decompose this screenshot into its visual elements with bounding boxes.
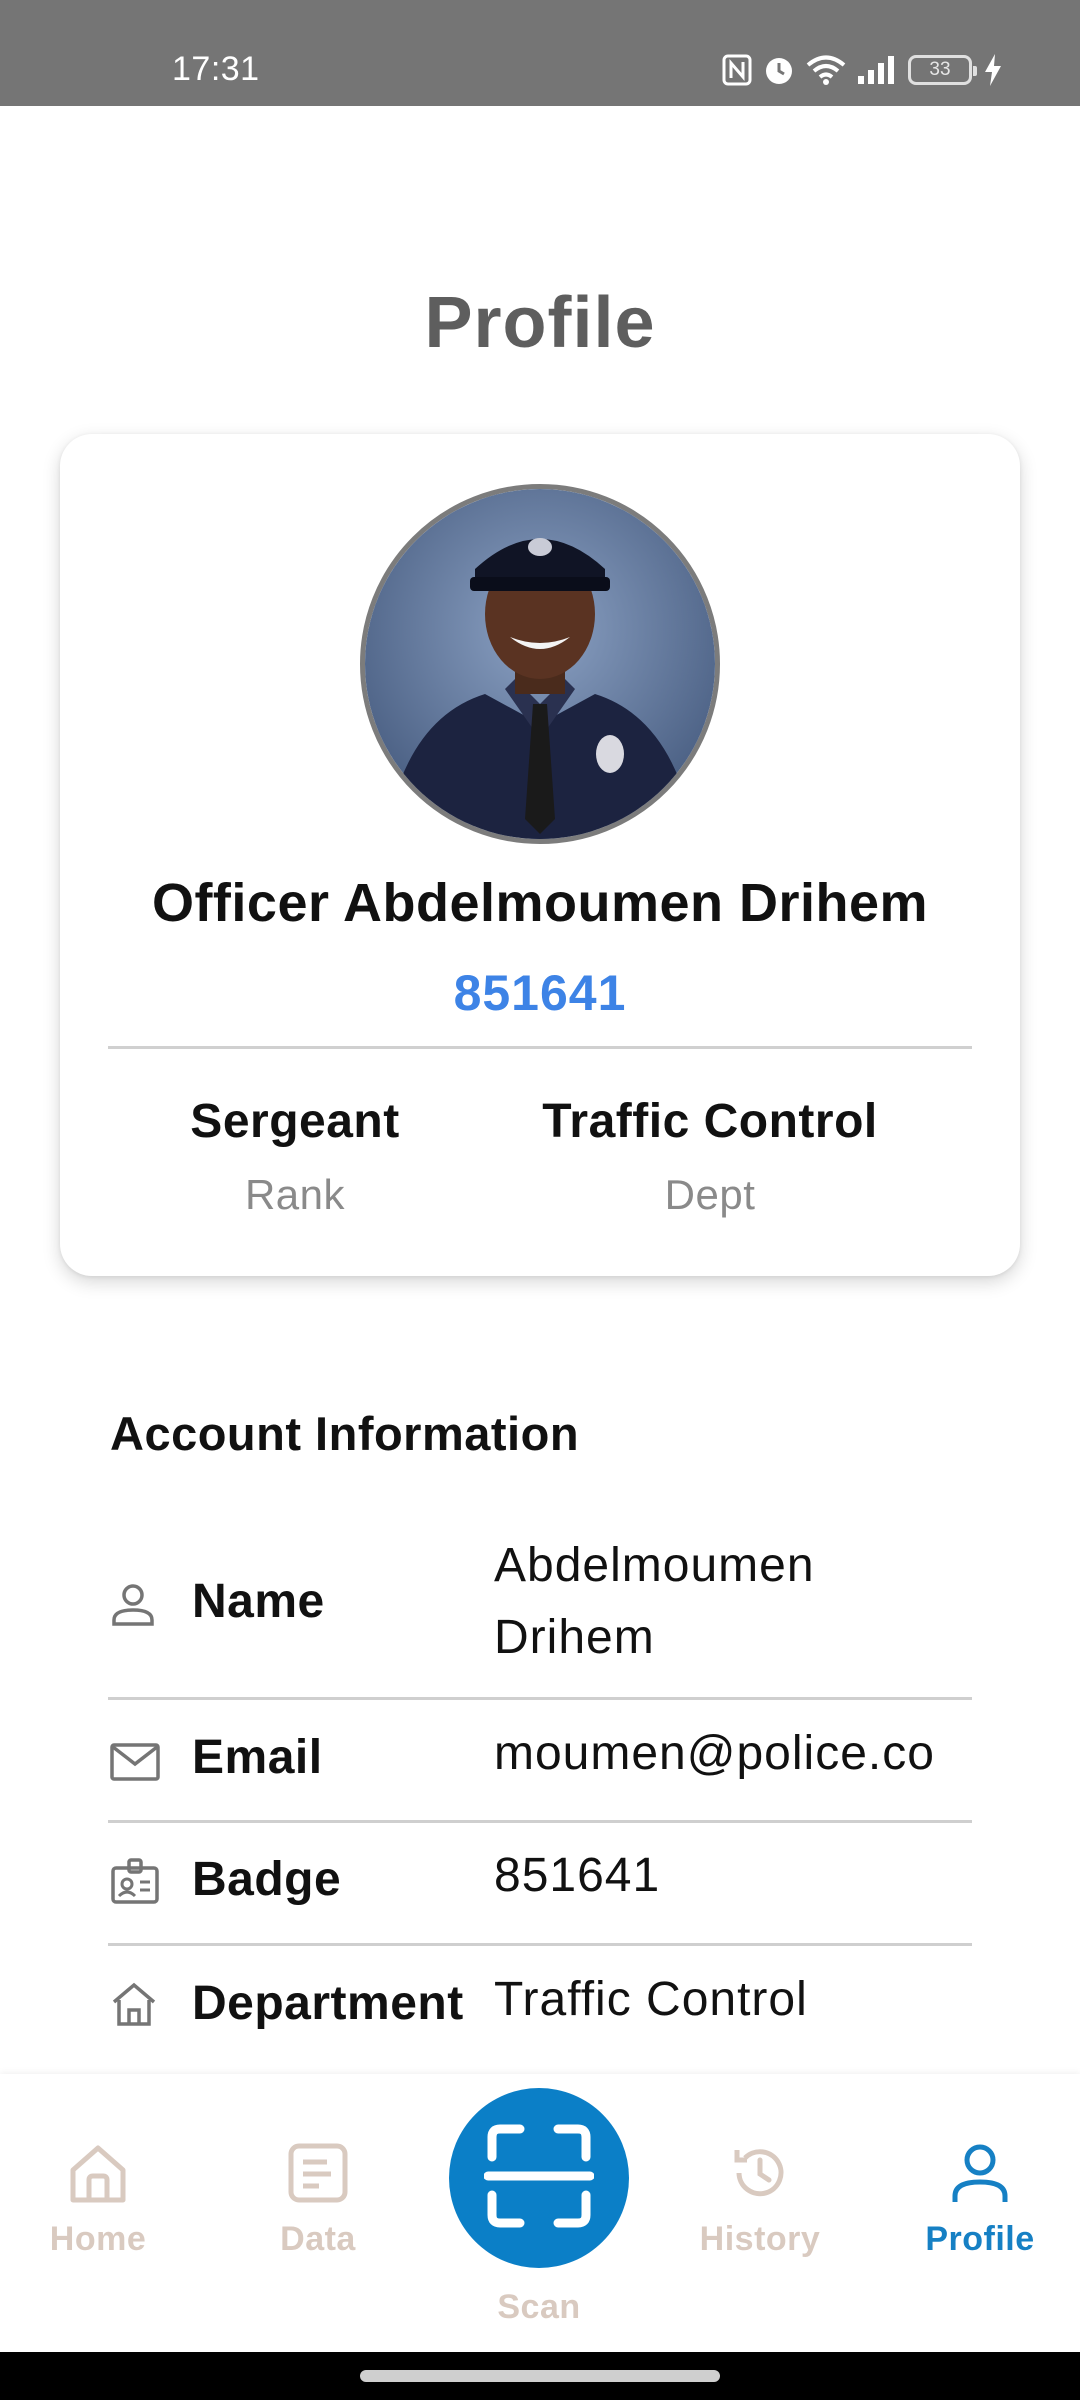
battery-icon: 33 [908, 55, 977, 85]
row-divider [108, 1943, 972, 1946]
dept-label: Dept [664, 1171, 756, 1218]
nav-label: Data [280, 2220, 356, 2258]
signal-icon [856, 54, 898, 86]
dept-value: Traffic Control [542, 1095, 878, 1148]
nav-history[interactable]: History [670, 2140, 850, 2259]
card-divider [108, 1046, 972, 1049]
bottom-nav: Home Data Scan History Profile [0, 2074, 1080, 2352]
badge-icon [110, 1856, 160, 1911]
rank-value: Sergeant [190, 1095, 400, 1148]
person-icon [890, 2140, 1070, 2206]
page-title: Profile [424, 283, 656, 363]
building-icon [110, 1980, 158, 2033]
account-row-department: Department Traffic Control [108, 1973, 972, 2066]
system-gesture-bar [0, 2352, 1080, 2400]
nav-label: History [699, 2220, 821, 2258]
wifi-icon [806, 54, 846, 86]
profile-card: Officer Abdelmoumen Drihem 851641 Sergea… [60, 434, 1020, 1276]
nav-data[interactable]: Data [228, 2140, 408, 2259]
nav-label: Home [49, 2220, 147, 2258]
document-icon [228, 2140, 408, 2206]
nav-home[interactable]: Home [8, 2140, 188, 2259]
nav-label: Profile [925, 2220, 1035, 2258]
account-row-value: 851641 [494, 1849, 661, 1902]
mail-icon [110, 1742, 160, 1787]
account-row-value: moumen@police.co [494, 1727, 935, 1780]
home-gesture-pill[interactable] [360, 2370, 720, 2382]
dept-stat: Traffic Control Dept [510, 1094, 910, 1219]
account-row-label: Email [192, 1731, 323, 1784]
nav-profile[interactable]: Profile [890, 2140, 1070, 2259]
account-row-value: Traffic Control [494, 1973, 808, 2026]
scan-label[interactable]: Scan [449, 2288, 629, 2327]
person-icon [110, 1580, 156, 1633]
nfc-icon [722, 54, 752, 86]
account-row-label: Name [192, 1575, 325, 1628]
account-row-badge: Badge 851641 [108, 1849, 972, 1942]
status-bar: 17:31 33 [0, 0, 1080, 106]
charging-icon [982, 53, 1004, 87]
rank-label: Rank [244, 1171, 346, 1218]
scan-icon [483, 2121, 595, 2236]
row-divider [108, 1697, 972, 1700]
alarm-icon [762, 53, 796, 87]
status-icons: 33 [722, 50, 1004, 90]
account-row-name: Name Abdelmoumen Drihem [108, 1530, 972, 1680]
avatar[interactable] [360, 484, 720, 844]
status-time: 17:31 [172, 50, 260, 88]
rank-stat: Sergeant Rank [100, 1094, 490, 1219]
battery-level: 33 [929, 59, 951, 80]
officer-name: Officer Abdelmoumen Drihem [151, 873, 929, 933]
officer-badge-number: 851641 [453, 965, 627, 1021]
account-row-label: Badge [192, 1853, 342, 1906]
account-row-label: Department [192, 1977, 464, 2030]
account-row-value: Abdelmoumen Drihem [494, 1539, 815, 1664]
row-divider [108, 1820, 972, 1823]
account-row-email: Email moumen@police.co [108, 1727, 972, 1820]
history-icon [670, 2140, 850, 2206]
home-icon [8, 2140, 188, 2206]
account-section-title: Account Information [110, 1407, 580, 1460]
scan-button[interactable] [449, 2088, 629, 2268]
